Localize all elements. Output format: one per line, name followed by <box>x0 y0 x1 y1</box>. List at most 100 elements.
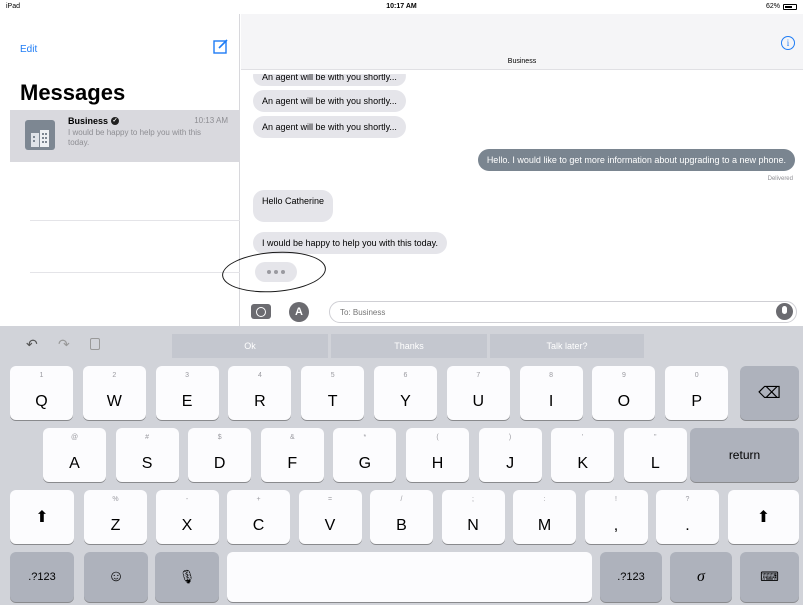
key-punct-7[interactable]: !, <box>584 490 648 544</box>
paste-icon[interactable] <box>90 338 100 350</box>
conversation-item-business[interactable]: Business ✓ 10:13 AM I would be happy to … <box>10 110 240 162</box>
key-f[interactable]: & F <box>260 428 324 482</box>
key-alt-label: ! <box>615 496 617 503</box>
key-p[interactable]: 0P <box>665 366 729 420</box>
key-label: V <box>324 517 336 534</box>
key-t[interactable]: 5T <box>301 366 365 420</box>
message-input[interactable] <box>329 301 797 323</box>
key-o[interactable]: 9O <box>592 366 656 420</box>
message-bubble-incoming: An agent will be with you shortly... <box>253 90 406 112</box>
dismiss-keyboard-key[interactable]: ⌨ <box>740 552 799 602</box>
key-h[interactable]: (H <box>406 428 469 482</box>
key-i[interactable]: 8I <box>519 366 583 420</box>
key-label: N <box>467 517 479 534</box>
dictation-key[interactable]: 🎙 <box>155 552 219 602</box>
conversation-time: 10:13 AM <box>194 116 228 125</box>
key-label: S <box>141 455 153 472</box>
key-label: I <box>548 393 554 410</box>
compose-icon[interactable] <box>213 38 229 54</box>
divider <box>30 220 240 221</box>
key-alt-label: 0 <box>694 372 699 379</box>
numbers-key-left[interactable]: .?123 <box>10 552 74 602</box>
info-icon[interactable]: i <box>781 36 795 50</box>
status-bar: iPad 10:17 AM 62% <box>0 0 803 14</box>
key-x[interactable]: -X <box>155 490 219 544</box>
key-r[interactable]: 4R <box>228 366 292 420</box>
key-alt-label: # <box>145 434 150 441</box>
key-label: A <box>69 455 80 472</box>
key-label: T <box>327 393 338 410</box>
key-label: D <box>213 455 226 472</box>
suggestion-ok[interactable]: Ok <box>172 334 328 358</box>
redo-icon[interactable]: ↷ <box>58 336 70 353</box>
battery-icon <box>783 3 797 10</box>
key-label: H <box>431 455 444 472</box>
undo-icon[interactable]: ↶ <box>26 336 38 353</box>
key-alt-label: ? <box>685 496 690 503</box>
chat-pane: Business i An agent will be with you sho… <box>220 14 803 326</box>
shift-icon: ⬆ <box>756 509 771 526</box>
key-l[interactable]: " L <box>623 428 687 482</box>
key-alt-label: / <box>400 496 403 503</box>
key-punct-8[interactable]: ?. <box>656 490 719 544</box>
key-label: C <box>252 517 265 534</box>
numbers-key-right[interactable]: .?123 <box>600 552 662 602</box>
key-alt-label: ' <box>582 434 584 441</box>
key-label: . <box>685 517 690 534</box>
key-s[interactable]: # S <box>115 428 179 482</box>
key-label: U <box>472 393 485 410</box>
key-y[interactable]: 6Y <box>374 366 437 420</box>
key-alt-label: : <box>543 496 546 503</box>
key-label: Z <box>110 517 121 534</box>
key-alt-label: @ <box>70 434 79 441</box>
key-m[interactable]: :M <box>513 490 576 544</box>
key-alt-label: 3 <box>185 372 190 379</box>
key-v[interactable]: = V <box>298 490 362 544</box>
shift-key-right[interactable]: ⬆ <box>728 490 799 544</box>
key-label: G <box>358 455 372 472</box>
key-q[interactable]: 1Q <box>10 366 73 420</box>
key-label: B <box>396 517 407 534</box>
emoji-icon: ☺ <box>107 568 125 585</box>
key-label: L <box>650 455 660 472</box>
key-alt-label: - <box>185 496 189 503</box>
key-alt-label: 5 <box>330 372 335 379</box>
suggestion-thanks[interactable]: Thanks <box>331 334 487 358</box>
keyboard-dismiss-icon: ⌨ <box>760 569 779 584</box>
microphone-icon: 🎙 <box>178 569 196 584</box>
key-b[interactable]: / B <box>370 490 433 544</box>
key-alt-label: $ <box>217 434 222 441</box>
key-d[interactable]: $ D <box>188 428 252 482</box>
key-k[interactable]: ' K <box>551 428 615 482</box>
shift-key-left[interactable]: ⬆ <box>10 490 74 544</box>
business-avatar <box>25 120 55 150</box>
delivered-status: Delivered <box>767 176 793 182</box>
key-alt-label: = <box>327 496 333 503</box>
emoji-key[interactable]: ☺ <box>84 552 148 602</box>
key-u[interactable]: 7U <box>446 366 510 420</box>
microphone-icon[interactable] <box>776 303 793 320</box>
suggestion-talk-later[interactable]: Talk later? <box>490 334 644 358</box>
space-bar[interactable] <box>227 552 592 602</box>
chat-header: Business i <box>241 14 803 70</box>
key-label: R <box>254 393 266 410</box>
key-a[interactable]: @ A <box>43 428 106 482</box>
camera-icon[interactable] <box>251 304 271 319</box>
handwriting-key[interactable]: σ <box>670 552 732 602</box>
key-e[interactable]: 3E <box>155 366 219 420</box>
edit-button[interactable]: Edit <box>20 44 37 55</box>
key-n[interactable]: ; N <box>441 490 505 544</box>
return-key[interactable]: return <box>690 428 799 482</box>
message-bubble-outgoing: Hello. I would like to get more informat… <box>477 149 795 171</box>
app-store-icon[interactable]: A <box>289 302 309 322</box>
key-label: , <box>613 517 619 534</box>
key-w[interactable]: 2W <box>82 366 146 420</box>
key-g[interactable]: * G <box>333 428 397 482</box>
backspace-key[interactable]: ⌫ <box>740 366 799 420</box>
key-label: Q <box>35 393 48 410</box>
battery-indicator: 62% <box>766 3 797 10</box>
key-z[interactable]: % Z <box>84 490 147 544</box>
key-c[interactable]: + C <box>227 490 290 544</box>
key-j[interactable]: ) J <box>478 428 542 482</box>
key-alt-label: 9 <box>621 372 626 379</box>
